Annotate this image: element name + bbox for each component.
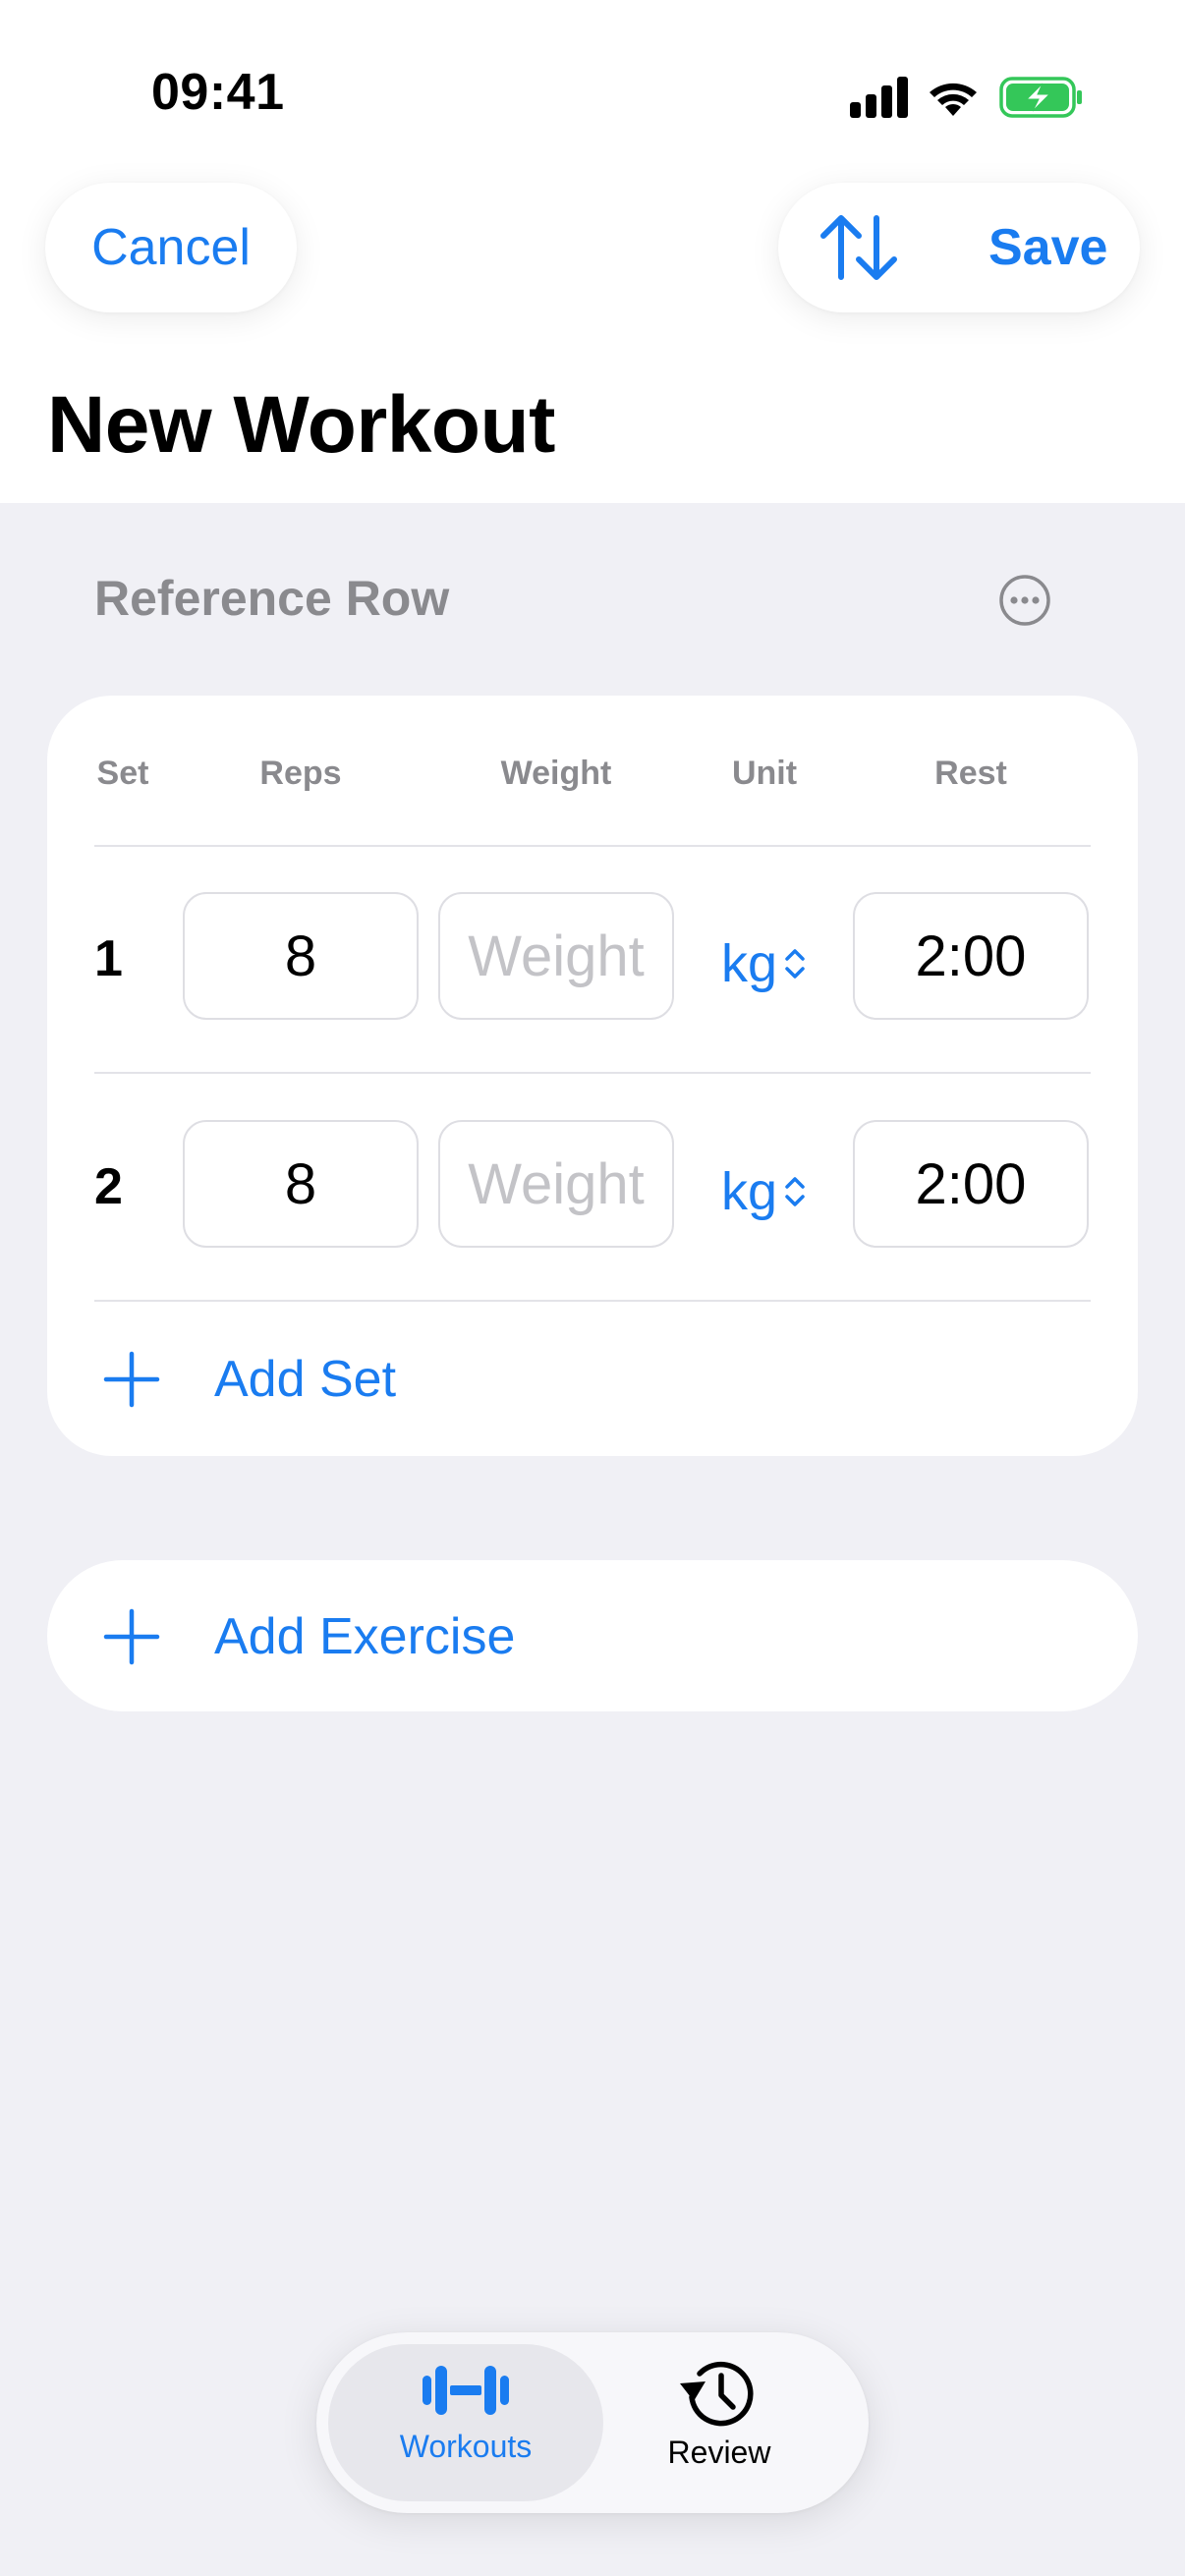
cancel-button[interactable]: Cancel: [45, 183, 297, 312]
status-time: 09:41: [151, 64, 285, 121]
column-header-unit: Unit: [731, 755, 798, 792]
chevron-up-down-icon: [785, 1177, 805, 1206]
column-header-set: Set: [96, 755, 149, 792]
page-title: New Workout: [47, 380, 555, 470]
add-exercise-label: Add Exercise: [214, 1608, 516, 1665]
add-set-label: Add Set: [214, 1351, 397, 1408]
tab-workouts[interactable]: Workouts: [328, 2358, 603, 2465]
rest-input[interactable]: 2:00: [853, 892, 1089, 1020]
tab-label: Review: [667, 2435, 771, 2470]
reps-input[interactable]: 8: [183, 892, 419, 1020]
unit-label: kg: [721, 1162, 778, 1221]
reps-input[interactable]: 8: [183, 1120, 419, 1248]
divider: [94, 1072, 1091, 1074]
set-number: 1: [94, 930, 123, 987]
more-options-icon[interactable]: [998, 574, 1051, 627]
cancel-label: Cancel: [91, 219, 251, 276]
tab-label: Workouts: [399, 2429, 533, 2464]
add-set-button[interactable]: Add Set: [102, 1350, 396, 1409]
exercise-card: [47, 696, 1138, 1456]
history-icon: [680, 2361, 754, 2427]
plus-icon: [103, 1608, 160, 1665]
dumbbell-icon: [423, 2366, 509, 2415]
unit-picker[interactable]: kg: [721, 933, 807, 994]
weight-input[interactable]: Weight: [438, 892, 674, 1020]
unit-picker[interactable]: kg: [721, 1161, 807, 1222]
cellular-signal-icon: [850, 77, 908, 118]
weight-input[interactable]: Weight: [438, 1120, 674, 1248]
wifi-icon: [930, 83, 977, 116]
add-exercise-row[interactable]: Add Exercise: [102, 1607, 515, 1666]
toolbar-actions: Save: [778, 183, 1140, 312]
divider: [94, 1300, 1091, 1302]
column-header-rest: Rest: [934, 755, 1007, 792]
unit-label: kg: [721, 934, 778, 993]
exercise-name: Reference Row: [94, 571, 450, 626]
save-button[interactable]: Save: [988, 183, 1107, 312]
chevron-up-down-icon: [785, 949, 805, 979]
plus-icon: [103, 1351, 160, 1408]
tab-review[interactable]: Review: [582, 2358, 857, 2471]
rest-input[interactable]: 2:00: [853, 1120, 1089, 1248]
set-number: 2: [94, 1158, 123, 1215]
battery-charging-icon: [999, 77, 1082, 118]
sort-arrows-icon[interactable]: [818, 212, 900, 283]
column-header-weight: Weight: [500, 755, 612, 792]
column-header-reps: Reps: [259, 755, 342, 792]
screen: 09:41 Cancel Save New Workout Reference …: [0, 0, 1185, 2576]
divider: [94, 845, 1091, 847]
status-icons: [850, 77, 1082, 118]
